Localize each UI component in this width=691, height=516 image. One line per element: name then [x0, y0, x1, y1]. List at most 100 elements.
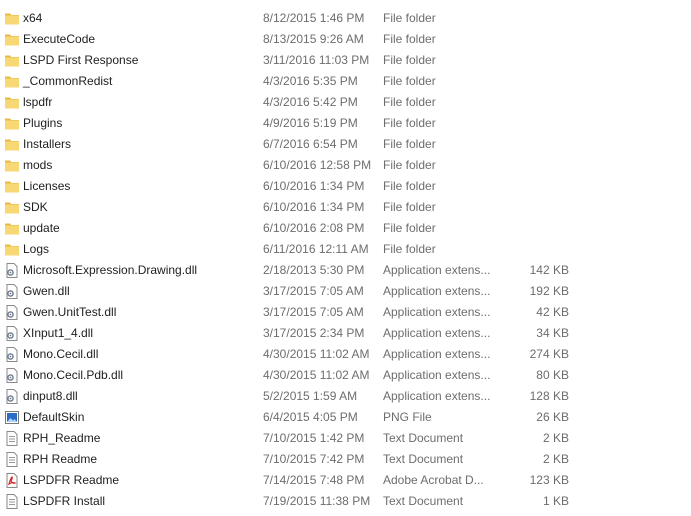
file-date-modified: 7/14/2015 7:48 PM: [263, 473, 365, 487]
file-date-modified: 3/11/2016 11:03 PM: [263, 53, 370, 67]
list-item[interactable]: Plugins 4/9/2016 5:19 PM File folder: [0, 113, 691, 134]
folder-icon: [4, 95, 20, 110]
file-date-modified: 4/3/2016 5:35 PM: [263, 74, 358, 88]
file-size: 1 KB: [542, 494, 569, 508]
file-type: Application extens...: [383, 368, 491, 382]
file-type: File folder: [383, 221, 436, 235]
list-item[interactable]: Logs 6/11/2016 12:11 AM File folder: [0, 239, 691, 260]
file-size: 2 KB: [542, 452, 569, 466]
pdf-icon: [4, 473, 20, 488]
file-date-modified: 8/13/2015 9:26 AM: [263, 32, 364, 46]
file-date-modified: 3/17/2015 2:34 PM: [263, 326, 365, 340]
list-item[interactable]: DefaultSkin 6/4/2015 4:05 PM PNG File 26…: [0, 407, 691, 428]
list-item[interactable]: Mono.Cecil.dll 4/30/2015 11:02 AM Applic…: [0, 344, 691, 365]
file-size: 274 KB: [529, 347, 569, 361]
file-name: Mono.Cecil.Pdb.dll: [23, 368, 124, 382]
list-item[interactable]: mods 6/10/2016 12:58 PM File folder: [0, 155, 691, 176]
list-item[interactable]: Gwen.dll 3/17/2015 7:05 AM Application e…: [0, 281, 691, 302]
file-size: 123 KB: [529, 473, 569, 487]
list-item[interactable]: Installers 6/7/2016 6:54 PM File folder: [0, 134, 691, 155]
file-name: DefaultSkin: [23, 410, 85, 424]
file-type: File folder: [383, 137, 436, 151]
file-date-modified: 4/9/2016 5:19 PM: [263, 116, 358, 130]
file-date-modified: 4/3/2016 5:42 PM: [263, 95, 358, 109]
folder-icon: [4, 200, 20, 215]
file-name: x64: [23, 11, 43, 25]
list-item[interactable]: LSPDFR Readme 7/14/2015 7:48 PM Adobe Ac…: [0, 470, 691, 491]
file-name: SDK: [23, 200, 48, 214]
image-icon: [4, 410, 20, 425]
folder-icon: [4, 32, 20, 47]
file-type: File folder: [383, 32, 436, 46]
file-date-modified: 6/11/2016 12:11 AM: [263, 242, 369, 256]
dll-icon: [4, 263, 20, 278]
file-date-modified: 7/10/2015 7:42 PM: [263, 452, 365, 466]
file-size: 142 KB: [529, 263, 569, 277]
file-type: Text Document: [383, 431, 464, 445]
file-type: File folder: [383, 74, 436, 88]
list-item[interactable]: update 6/10/2016 2:08 PM File folder: [0, 218, 691, 239]
file-name: update: [23, 221, 60, 235]
file-date-modified: 8/12/2015 1:46 PM: [263, 11, 365, 25]
file-date-modified: 7/19/2015 11:38 PM: [263, 494, 371, 508]
file-size: 128 KB: [529, 389, 569, 403]
file-name: LSPD First Response: [23, 53, 139, 67]
file-name: _CommonRedist: [23, 74, 113, 88]
file-name: Installers: [23, 137, 72, 151]
file-date-modified: 7/10/2015 1:42 PM: [263, 431, 365, 445]
file-type: PNG File: [383, 410, 432, 424]
file-size: 80 KB: [536, 368, 569, 382]
file-size: 2 KB: [542, 431, 569, 445]
file-name: mods: [23, 158, 53, 172]
list-item[interactable]: dinput8.dll 5/2/2015 1:59 AM Application…: [0, 386, 691, 407]
file-name: RPH_Readme: [23, 431, 101, 445]
file-type: Application extens...: [383, 284, 491, 298]
dll-icon: [4, 284, 20, 299]
file-size: 34 KB: [536, 326, 569, 340]
file-date-modified: 3/17/2015 7:05 AM: [263, 305, 364, 319]
list-item[interactable]: _CommonRedist 4/3/2016 5:35 PM File fold…: [0, 71, 691, 92]
list-item[interactable]: ExecuteCode 8/13/2015 9:26 AM File folde…: [0, 29, 691, 50]
file-date-modified: 4/30/2015 11:02 AM: [263, 368, 370, 382]
file-name: Gwen.UnitTest.dll: [23, 305, 117, 319]
folder-icon: [4, 242, 20, 257]
file-date-modified: 6/10/2016 1:34 PM: [263, 179, 365, 193]
file-date-modified: 6/10/2016 1:34 PM: [263, 200, 365, 214]
folder-icon: [4, 53, 20, 68]
file-type: Text Document: [383, 452, 464, 466]
list-item[interactable]: SDK 6/10/2016 1:34 PM File folder: [0, 197, 691, 218]
file-type: Application extens...: [383, 263, 491, 277]
list-item[interactable]: Microsoft.Expression.Drawing.dll 2/18/20…: [0, 260, 691, 281]
file-name: lspdfr: [23, 95, 53, 109]
file-type: Adobe Acrobat D...: [383, 473, 484, 487]
file-type: Application extens...: [383, 389, 491, 403]
list-item[interactable]: Licenses 6/10/2016 1:34 PM File folder: [0, 176, 691, 197]
file-date-modified: 6/10/2016 12:58 PM: [263, 158, 372, 172]
list-item[interactable]: RPH Readme 7/10/2015 7:42 PM Text Docume…: [0, 449, 691, 470]
list-item[interactable]: lspdfr 4/3/2016 5:42 PM File folder: [0, 92, 691, 113]
list-item[interactable]: LSPDFR Install 7/19/2015 11:38 PM Text D…: [0, 491, 691, 512]
file-name: dinput8.dll: [23, 389, 78, 403]
folder-icon: [4, 137, 20, 152]
file-name: Mono.Cecil.dll: [23, 347, 99, 361]
dll-icon: [4, 389, 20, 404]
file-name: LSPDFR Install: [23, 494, 106, 508]
folder-icon: [4, 179, 20, 194]
file-type: Application extens...: [383, 305, 491, 319]
file-date-modified: 6/4/2015 4:05 PM: [263, 410, 358, 424]
list-item[interactable]: XInput1_4.dll 3/17/2015 2:34 PM Applicat…: [0, 323, 691, 344]
file-type: File folder: [383, 116, 436, 130]
list-item[interactable]: x64 8/12/2015 1:46 PM File folder: [0, 8, 691, 29]
file-name: XInput1_4.dll: [23, 326, 94, 340]
list-item[interactable]: LSPD First Response 3/11/2016 11:03 PM F…: [0, 50, 691, 71]
file-date-modified: 5/2/2015 1:59 AM: [263, 389, 358, 403]
file-type: Application extens...: [383, 326, 491, 340]
list-item[interactable]: Mono.Cecil.Pdb.dll 4/30/2015 11:02 AM Ap…: [0, 365, 691, 386]
list-item[interactable]: Gwen.UnitTest.dll 3/17/2015 7:05 AM Appl…: [0, 302, 691, 323]
file-date-modified: 3/17/2015 7:05 AM: [263, 284, 364, 298]
file-name: LSPDFR Readme: [23, 473, 120, 487]
list-item[interactable]: RPH_Readme 7/10/2015 1:42 PM Text Docume…: [0, 428, 691, 449]
dll-icon: [4, 368, 20, 383]
file-date-modified: 6/10/2016 2:08 PM: [263, 221, 365, 235]
file-size: 42 KB: [536, 305, 569, 319]
